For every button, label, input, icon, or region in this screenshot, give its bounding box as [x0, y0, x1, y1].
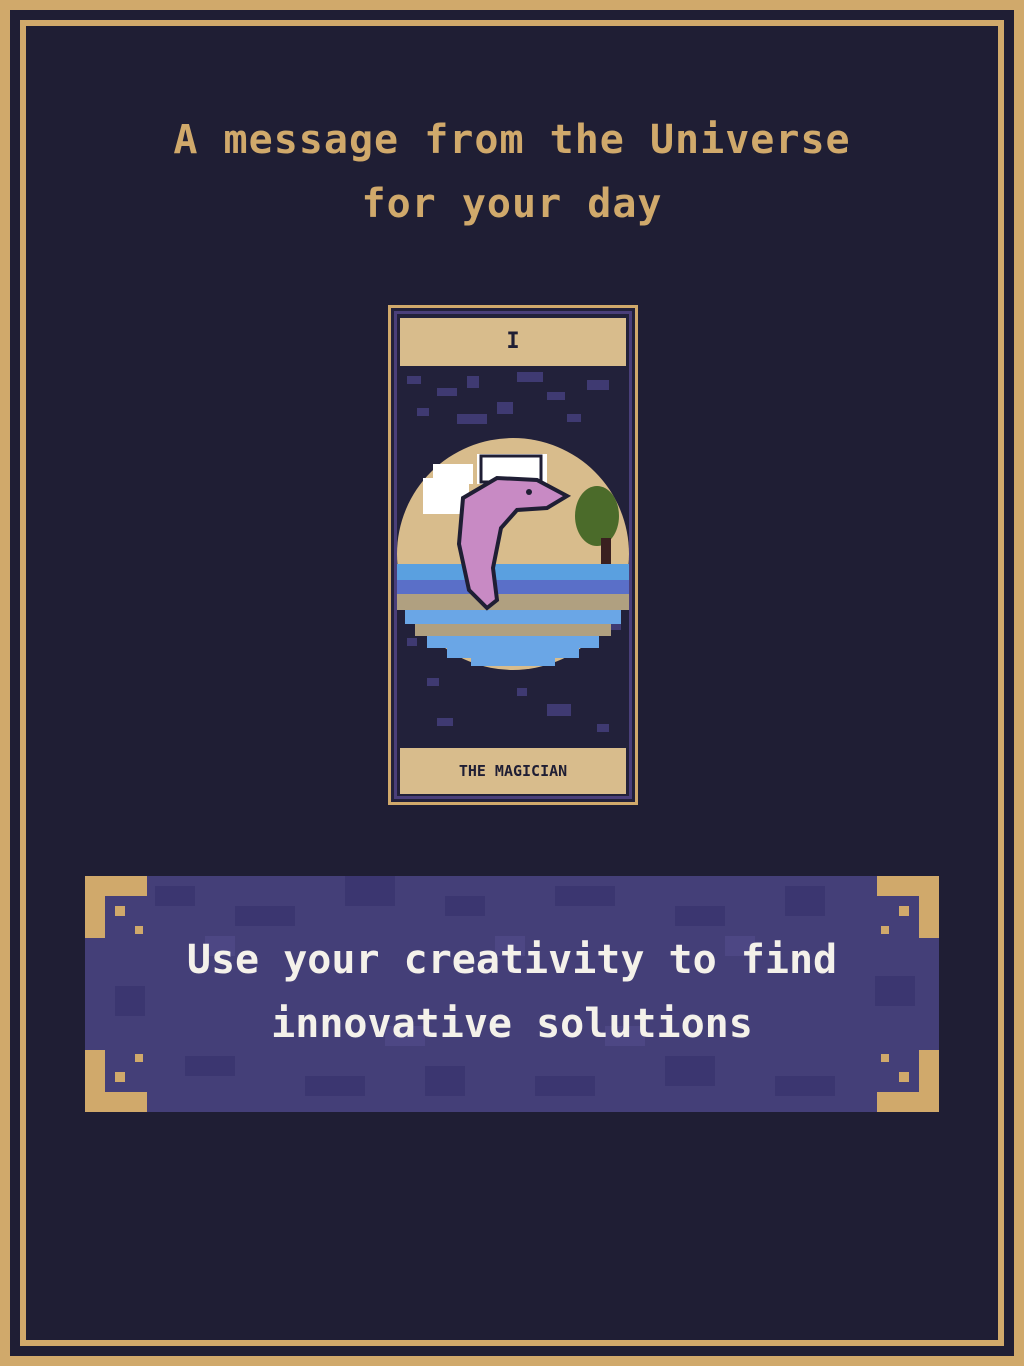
- tarot-card[interactable]: I THE MAGICIAN: [388, 305, 638, 805]
- daily-message: Use your creativity to find innovative s…: [145, 928, 879, 1056]
- title-line-2: for your day: [361, 181, 663, 227]
- corner-ornament-top-right: [877, 876, 939, 938]
- message-line-2: innovative solutions: [271, 1001, 753, 1047]
- corner-ornament-top-left: [85, 876, 147, 938]
- corner-ornament-bottom-left: [85, 1050, 147, 1112]
- daily-message-page: A message from the Universe for your day…: [0, 0, 1024, 1366]
- title-line-1: A message from the Universe: [173, 117, 851, 163]
- card-name: THE MAGICIAN: [400, 748, 626, 794]
- corner-ornament-bottom-right: [877, 1050, 939, 1112]
- dolphin-illustration-icon: [397, 372, 629, 732]
- page-title: A message from the Universe for your day: [112, 108, 912, 236]
- card-numeral: I: [400, 318, 626, 366]
- message-line-1: Use your creativity to find: [186, 937, 838, 983]
- message-panel: Use your creativity to find innovative s…: [85, 876, 939, 1112]
